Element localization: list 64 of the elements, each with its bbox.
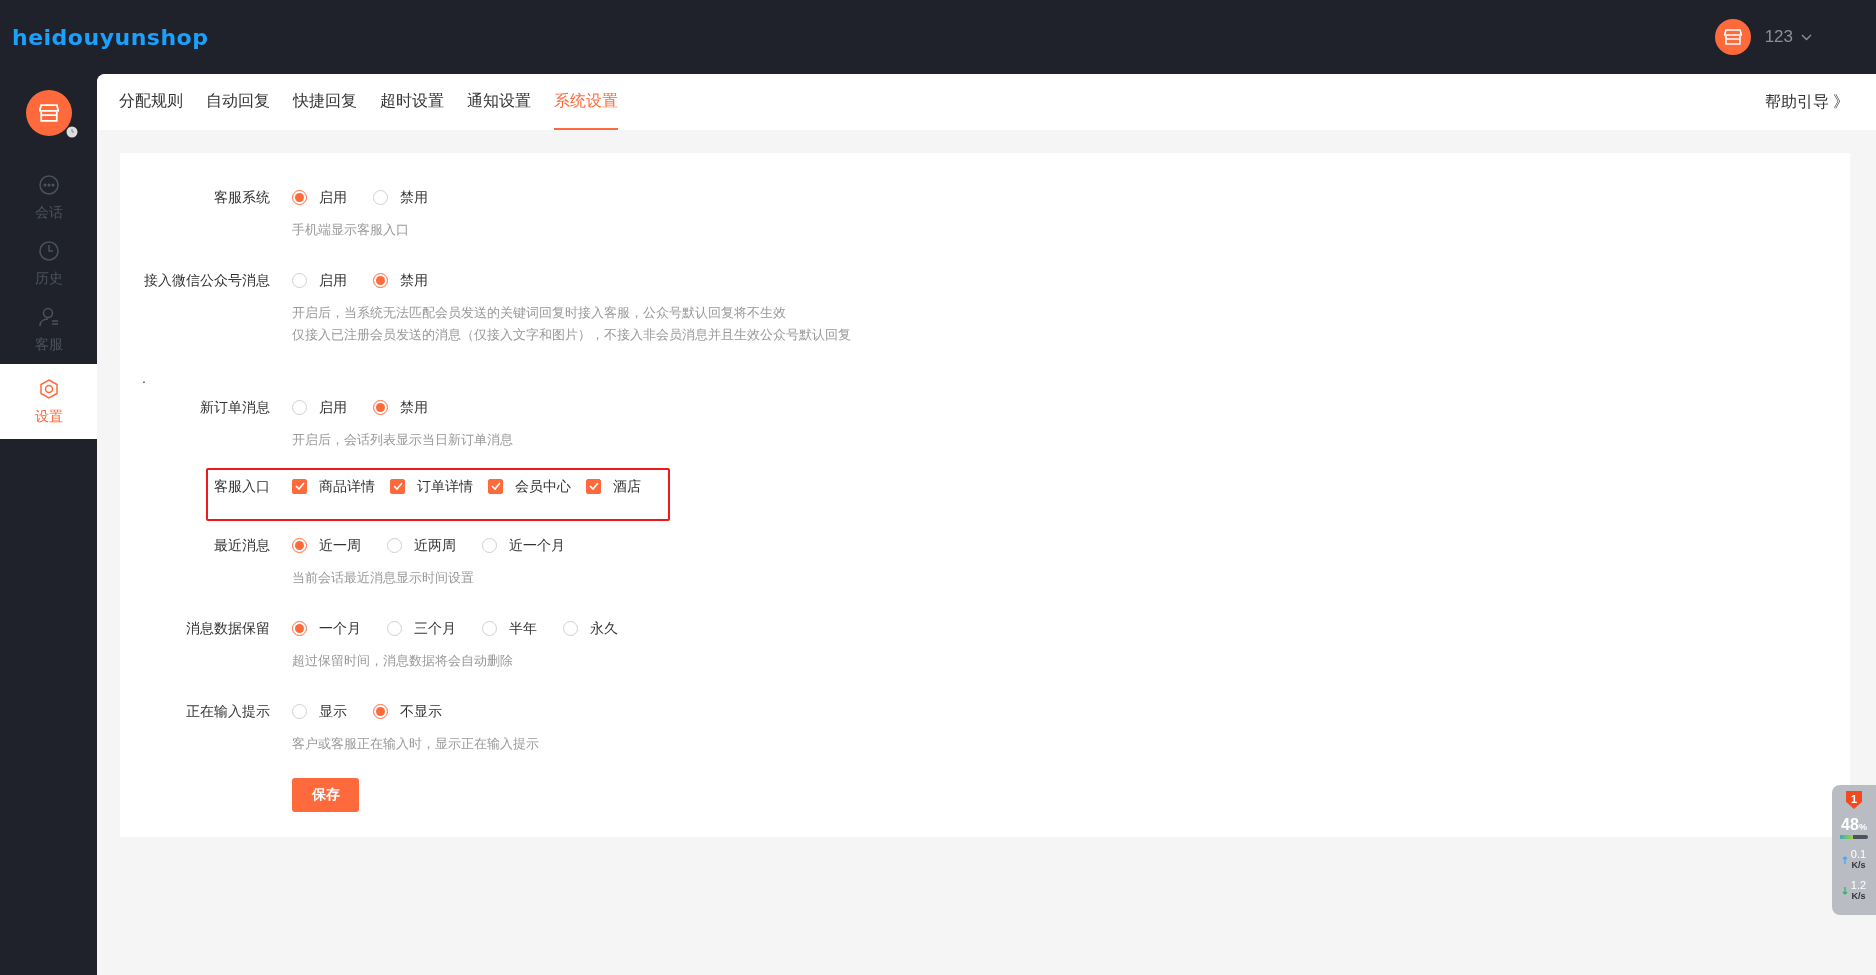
field-label: 最近消息 [213, 536, 270, 555]
clock-badge-icon [65, 126, 78, 138]
checkbox-option[interactable]: 会员中心 [488, 475, 571, 497]
usage-value: 48 [1841, 816, 1859, 833]
radio-option[interactable]: 禁用 [373, 396, 428, 418]
agent-icon [37, 306, 60, 328]
radio-option[interactable]: 启用 [292, 396, 347, 418]
logo: heidouyunshop [12, 23, 209, 52]
download-unit: K/s [1851, 892, 1866, 901]
radio-option[interactable]: 启用 [292, 269, 347, 291]
tab[interactable]: 自动回复 [206, 74, 270, 130]
radio-option[interactable]: 半年 [482, 617, 537, 639]
download-speed: 1.2 [1850, 880, 1867, 891]
history-icon [37, 240, 60, 262]
help-text: 仅接入已注册会员发送的消息（仅接入文字和图片），不接入非会员消息并且生效公众号默认回复 [292, 326, 851, 344]
help-text: 手机端显示客服入口 [292, 221, 410, 239]
upload-speed: 0.1 [1850, 849, 1867, 860]
upload-arrow-icon [1841, 854, 1848, 865]
usage-unit: % [1858, 822, 1867, 832]
tab[interactable]: 通知设置 [467, 74, 531, 130]
radio-option[interactable]: 禁用 [373, 269, 428, 291]
tab[interactable]: 超时设置 [380, 74, 444, 130]
checkmark-icon [294, 482, 305, 490]
upload-unit: K/s [1851, 861, 1866, 870]
stray-mark: . [142, 370, 146, 386]
download-arrow-icon [1841, 885, 1848, 896]
checkmark-icon [490, 482, 501, 490]
store-icon [38, 104, 59, 122]
field-label: 客服入口 [213, 477, 270, 496]
chat-icon [37, 174, 60, 196]
radio-option[interactable]: 一个月 [292, 617, 361, 639]
help-text: 超过保留时间，消息数据将会自动删除 [292, 652, 514, 670]
radio-option[interactable]: 近一个月 [482, 534, 565, 556]
alert-shield-badge: 1 [1846, 791, 1862, 809]
store-icon [1723, 29, 1742, 45]
tab[interactable]: 分配规则 [119, 74, 183, 130]
checkbox-option[interactable]: 酒店 [586, 475, 641, 497]
checkmark-icon [392, 482, 403, 490]
chevron-down-icon [1801, 33, 1812, 41]
radio-option[interactable]: 三个月 [387, 617, 456, 639]
checkbox-option[interactable]: 商品详情 [292, 475, 375, 497]
settings-icon [37, 378, 60, 400]
field-label: 客服系统 [213, 188, 270, 207]
help-text: 客户或客服正在输入时，显示正在输入提示 [292, 735, 539, 753]
help-text: 开启后，当系统无法匹配会员发送的关键词回复时接入客服，公众号默认回复将不生效 [292, 304, 787, 322]
help-text: 开启后，会话列表显示当日新订单消息 [292, 431, 513, 449]
field-label: 正在输入提示 [185, 702, 270, 721]
radio-option[interactable]: 启用 [292, 186, 347, 208]
field-label: 接入微信公众号消息 [143, 271, 270, 290]
radio-option[interactable]: 显示 [292, 700, 347, 722]
usage-bar [1840, 835, 1868, 839]
radio-option[interactable]: 近两周 [387, 534, 456, 556]
field-label: 消息数据保留 [185, 619, 270, 638]
radio-option[interactable]: 永久 [563, 617, 618, 639]
checkbox-option[interactable]: 订单详情 [390, 475, 473, 497]
help-guide-link[interactable]: 帮助引导 》 [1764, 74, 1854, 130]
radio-option[interactable]: 不显示 [373, 700, 442, 722]
tab[interactable]: 快捷回复 [293, 74, 357, 130]
user-menu[interactable]: 123 [1764, 24, 1812, 50]
radio-option[interactable]: 近一周 [292, 534, 361, 556]
help-text: 当前会话最近消息显示时间设置 [292, 569, 475, 587]
field-label: 新订单消息 [199, 398, 270, 417]
checkmark-icon [588, 482, 599, 490]
radio-option[interactable]: 禁用 [373, 186, 428, 208]
